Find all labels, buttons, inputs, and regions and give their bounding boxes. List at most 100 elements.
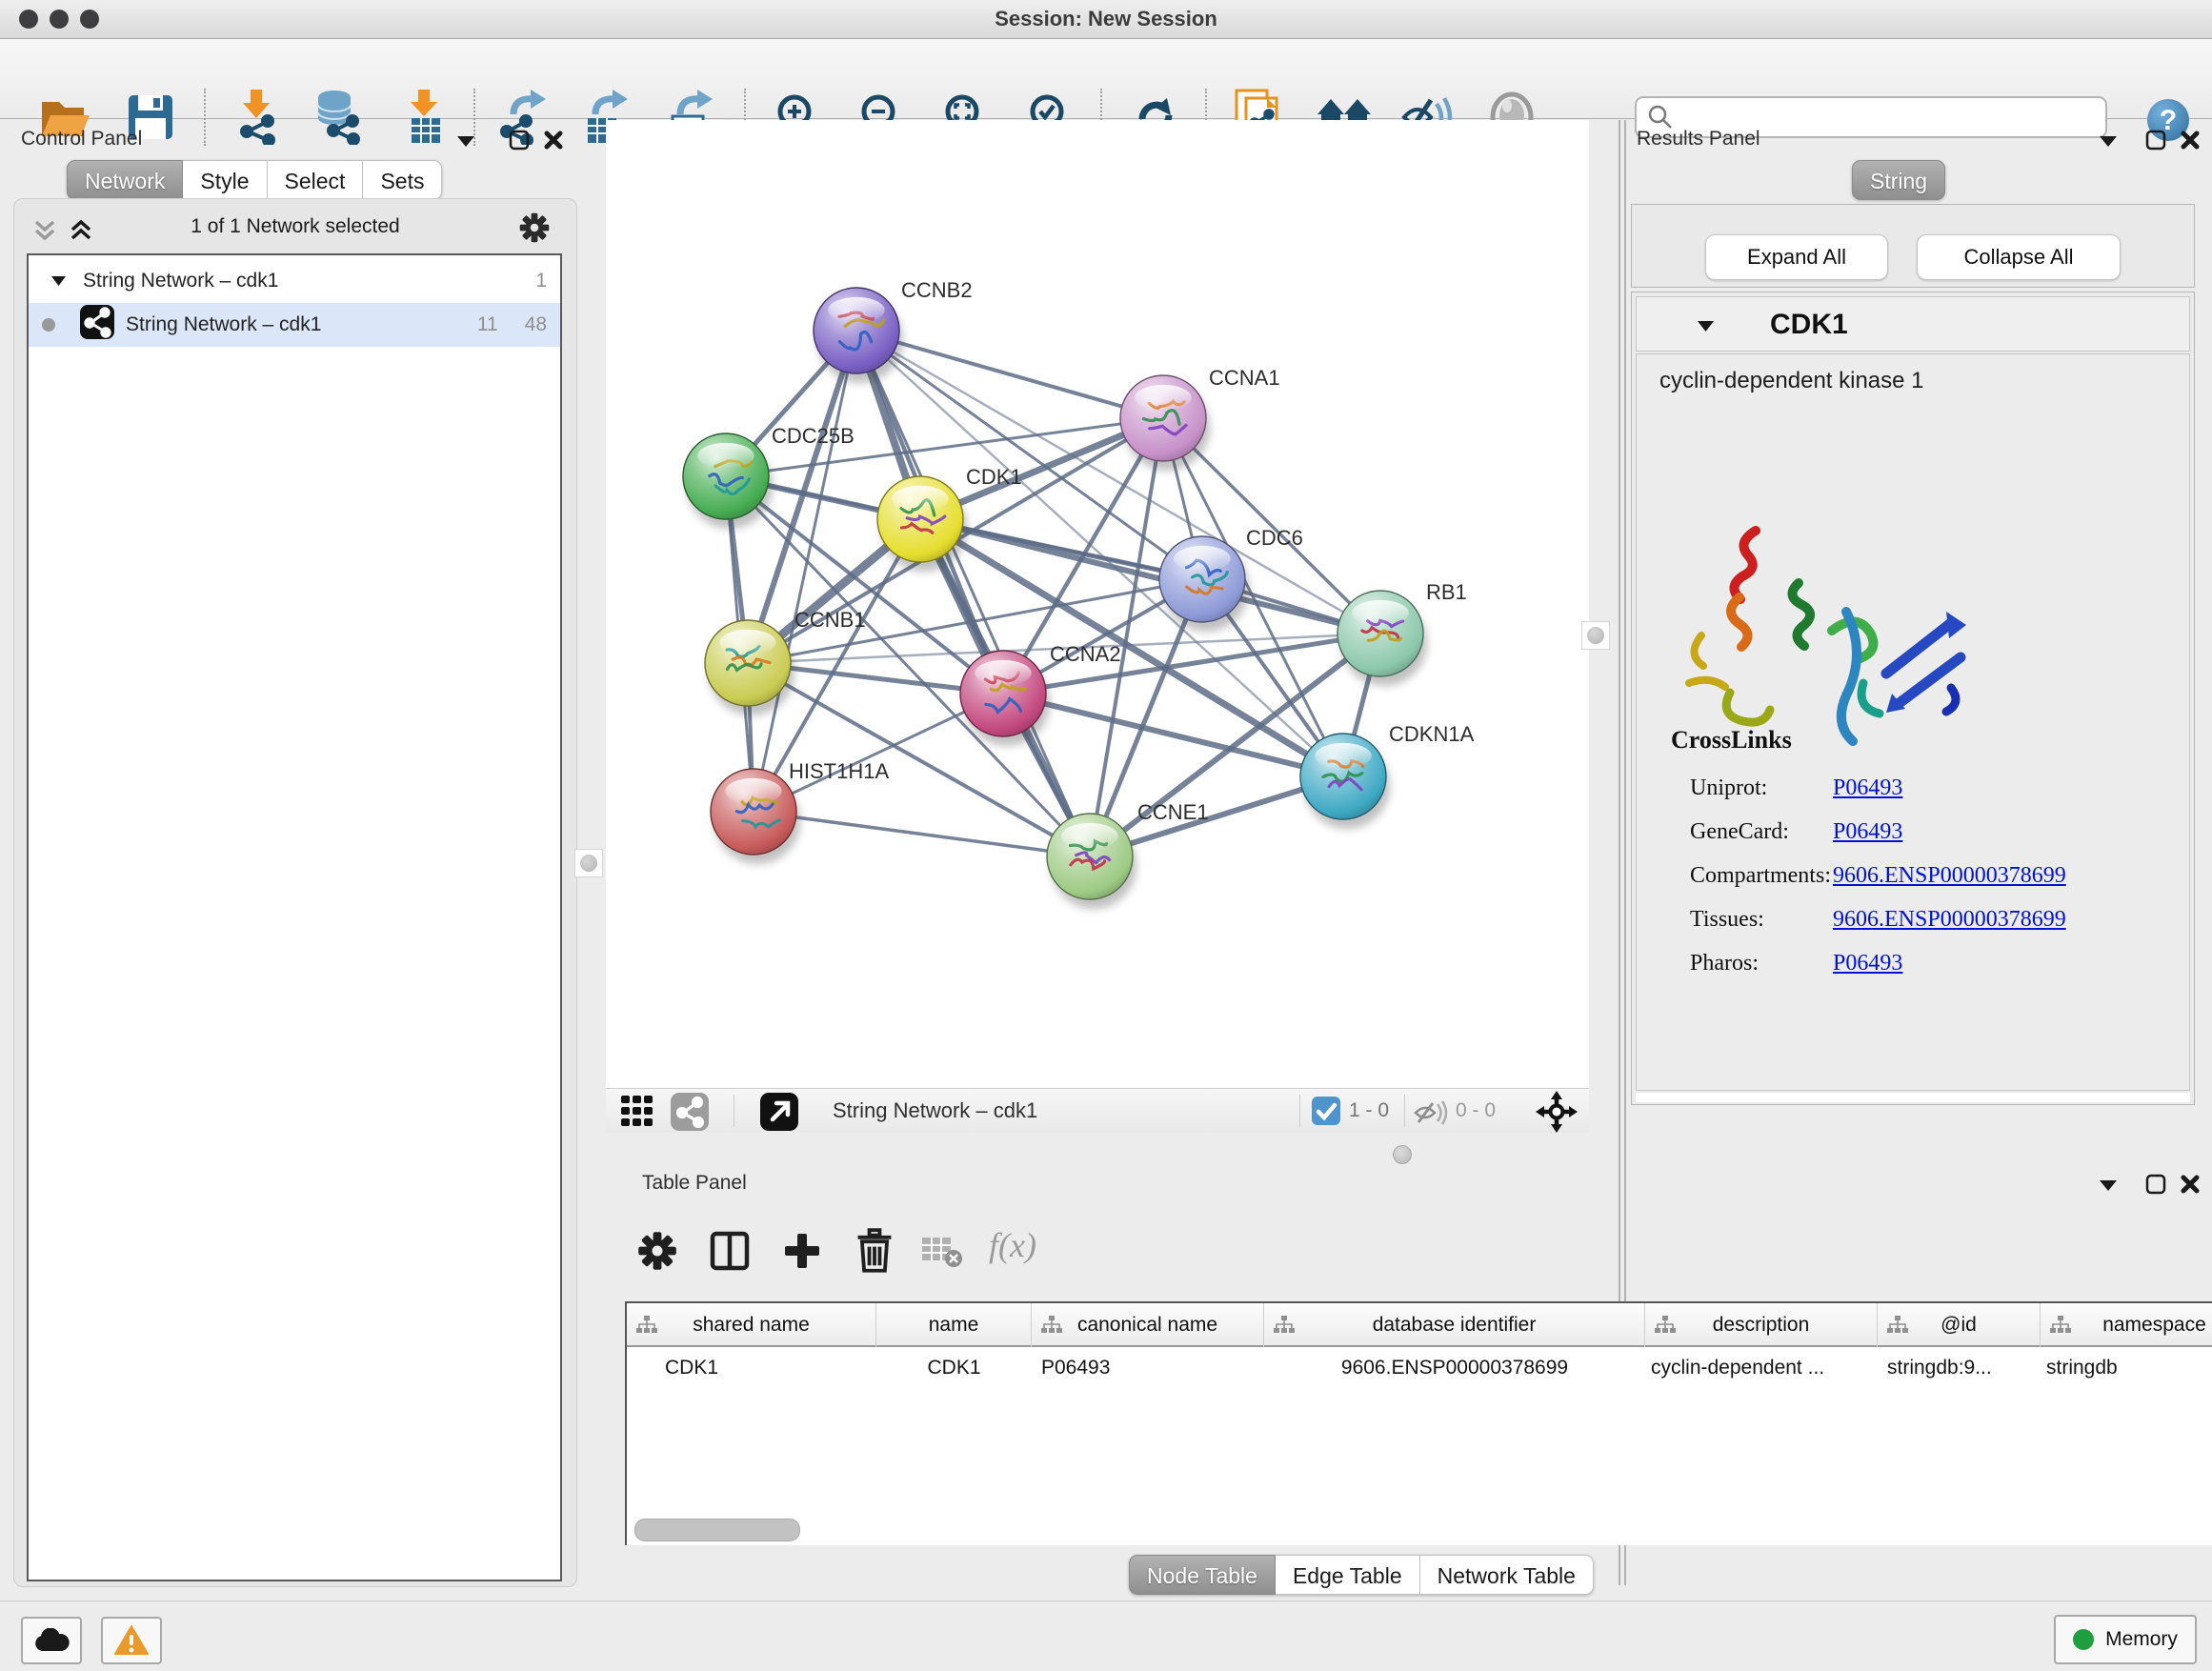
results-panel-float-icon[interactable] (2145, 130, 2166, 155)
node-label-CCNB1: CCNB1 (794, 608, 866, 632)
tab-edge-table[interactable]: Edge Table (1276, 1555, 1420, 1595)
table-tabs: Node TableEdge TableNetwork Table (1129, 1555, 1594, 1595)
cytoscape-window: Session: New Session (0, 0, 2212, 1671)
tab-select[interactable]: Select (268, 160, 364, 200)
collapse-all-button[interactable]: Collapse All (1917, 234, 2121, 280)
table-cell[interactable]: stringdb:9... (1878, 1347, 2041, 1389)
table-cell[interactable]: CDK1 (627, 1347, 876, 1389)
node-table[interactable]: shared name name canonical name database id… (625, 1301, 2212, 1545)
table-row[interactable]: CDK1CDK1P064939606.ENSP00000378699cyclin… (627, 1347, 2212, 1389)
table-cell[interactable]: stringdb (2041, 1347, 2212, 1389)
node-label-CCNB2: CCNB2 (901, 278, 973, 302)
table-cell[interactable]: P06493 (1032, 1347, 1264, 1389)
control-panel-collapse-icon[interactable] (457, 135, 474, 152)
tab-sets[interactable]: Sets (363, 160, 442, 200)
crosslink-uniprot-link[interactable]: P06493 (1833, 775, 1902, 801)
node-RB1[interactable]: RB1 (1337, 580, 1467, 686)
network-row-selected[interactable]: String Network – cdk1 11 48 (29, 303, 560, 347)
column-header-canonical-name[interactable]: canonical name (1032, 1303, 1264, 1347)
crosslink-pharos-link[interactable]: P06493 (1833, 951, 1902, 976)
tab-node-table[interactable]: Node Table (1129, 1555, 1276, 1595)
column-header--id[interactable]: @id (1878, 1303, 2041, 1347)
expand-all-button[interactable]: Expand All (1705, 234, 1888, 280)
open-in-new-window-icon[interactable] (760, 1093, 798, 1136)
results-panel-collapse-icon[interactable] (2100, 135, 2117, 152)
table-horizontal-scrollbar[interactable] (634, 1519, 800, 1541)
network-collection-row[interactable]: String Network – cdk1 1 (29, 259, 560, 303)
create-column-icon[interactable] (781, 1230, 823, 1277)
node-CCNA2[interactable]: CCNA2 (960, 642, 1121, 746)
column-header-description[interactable]: description (1645, 1303, 1878, 1347)
network-options-gear-icon[interactable] (518, 211, 551, 249)
split-panel-icon[interactable] (709, 1230, 751, 1277)
crosslink-compartments-link[interactable]: 9606.ENSP00000378699 (1833, 863, 2066, 889)
hidden-eye-icon[interactable] (1414, 1100, 1448, 1130)
right-splitter-handle[interactable] (1581, 621, 1610, 650)
column-header-database-identifier[interactable]: database identifier (1264, 1303, 1645, 1347)
table-cell[interactable]: cyclin-dependent ... (1645, 1347, 1878, 1389)
table-panel-collapse-icon[interactable] (2100, 1179, 2117, 1197)
column-header-label: canonical name (1077, 1314, 1217, 1337)
network-canvas[interactable]: CCNB2 CCNA1 CDC25BCDK1 CDC6 RB1 CCNB1 CCNA2 CDK… (606, 120, 1589, 1088)
mapped-column-icon (636, 1316, 657, 1340)
tab-string[interactable]: String (1852, 160, 1945, 200)
warnings-button[interactable] (101, 1617, 162, 1664)
pan-crosshair-icon[interactable] (1536, 1091, 1578, 1137)
expand-all-networks-icon[interactable] (69, 219, 93, 247)
crosslink-tissues-link[interactable]: 9606.ENSP00000378699 (1833, 907, 2066, 933)
delete-column-icon[interactable] (854, 1228, 895, 1278)
table-panel-close-icon[interactable] (2180, 1174, 2201, 1199)
node-label-HIST1H1A: HIST1H1A (789, 759, 889, 783)
node-CCNB1[interactable]: CCNB1 (705, 608, 866, 715)
result-entry-header[interactable]: CDK1 (1636, 296, 2190, 352)
node-CDC6[interactable]: CDC6 (1159, 526, 1303, 632)
left-splitter-handle[interactable] (574, 849, 603, 877)
entry-name: CDK1 (1770, 309, 1848, 341)
crosslink-genecard-link[interactable]: P06493 (1833, 819, 1902, 845)
node-HIST1H1A[interactable]: HIST1H1A (711, 759, 889, 864)
node-label-CCNE1: CCNE1 (1137, 800, 1209, 824)
node-CCNB2[interactable]: CCNB2 (814, 278, 973, 383)
network-graph[interactable]: CCNB2 CCNA1 CDC25BCDK1 CDC6 RB1 CCNB1 CCNA2 CDK… (606, 120, 1589, 1088)
network-view-title: String Network – cdk1 (833, 1098, 1037, 1123)
tab-network-table[interactable]: Network Table (1420, 1555, 1594, 1595)
memory-button[interactable]: Memory (2054, 1615, 2197, 1664)
column-header-shared-name[interactable]: shared name (627, 1303, 876, 1347)
network-status-dot (42, 318, 55, 332)
collapse-all-networks-icon[interactable] (32, 219, 57, 247)
memory-status-dot (2073, 1629, 2094, 1650)
cloud-button[interactable] (21, 1617, 82, 1664)
node-CCNA1[interactable]: CCNA1 (1120, 366, 1280, 471)
tab-style[interactable]: Style (183, 160, 267, 200)
birdseye-grid-icon[interactable] (621, 1096, 654, 1131)
crosslink-label: Pharos: (1690, 951, 1759, 976)
results-panel-close-icon[interactable] (2180, 130, 2201, 155)
entry-disclosure-icon[interactable] (1698, 320, 1714, 337)
table-cell[interactable]: CDK1 (876, 1347, 1032, 1389)
network-edge-count: 48 (525, 313, 547, 336)
edge-CCNB2-HIST1H1A (754, 331, 856, 812)
node-CDKN1A[interactable]: CDKN1A (1300, 722, 1475, 829)
table-panel-float-icon[interactable] (2145, 1174, 2166, 1199)
edge-HIST1H1A-CCNE1 (754, 812, 1090, 856)
bottom-splitter-handle[interactable] (1393, 1145, 1412, 1164)
collection-label: String Network – cdk1 (83, 270, 278, 292)
network-selection-status: 1 of 1 Network selected (105, 215, 486, 238)
selected-checkbox-icon[interactable] (1312, 1097, 1340, 1130)
string-network-icon (80, 305, 114, 345)
column-header-namespace[interactable]: namespace (2041, 1303, 2212, 1347)
control-panel-float-icon[interactable] (509, 130, 530, 155)
control-panel-close-icon[interactable] (543, 130, 564, 155)
collection-disclosure-icon[interactable] (51, 270, 66, 292)
string-panel-toggle-icon[interactable] (671, 1093, 709, 1136)
table-settings-gear-icon[interactable] (636, 1230, 678, 1277)
column-header-name[interactable]: name (876, 1303, 1032, 1347)
node-CDC25B[interactable]: CDC25B (683, 424, 855, 529)
tab-network[interactable]: Network (67, 160, 183, 200)
table-cell[interactable]: 9606.ENSP00000378699 (1264, 1347, 1645, 1389)
search-input[interactable] (1675, 106, 2105, 130)
canvasbar-separator (1404, 1095, 1405, 1127)
column-header-label: name (929, 1314, 979, 1337)
results-scroll-strip (1636, 1093, 2190, 1102)
node-CDK1[interactable]: CDK1 (877, 465, 1022, 572)
